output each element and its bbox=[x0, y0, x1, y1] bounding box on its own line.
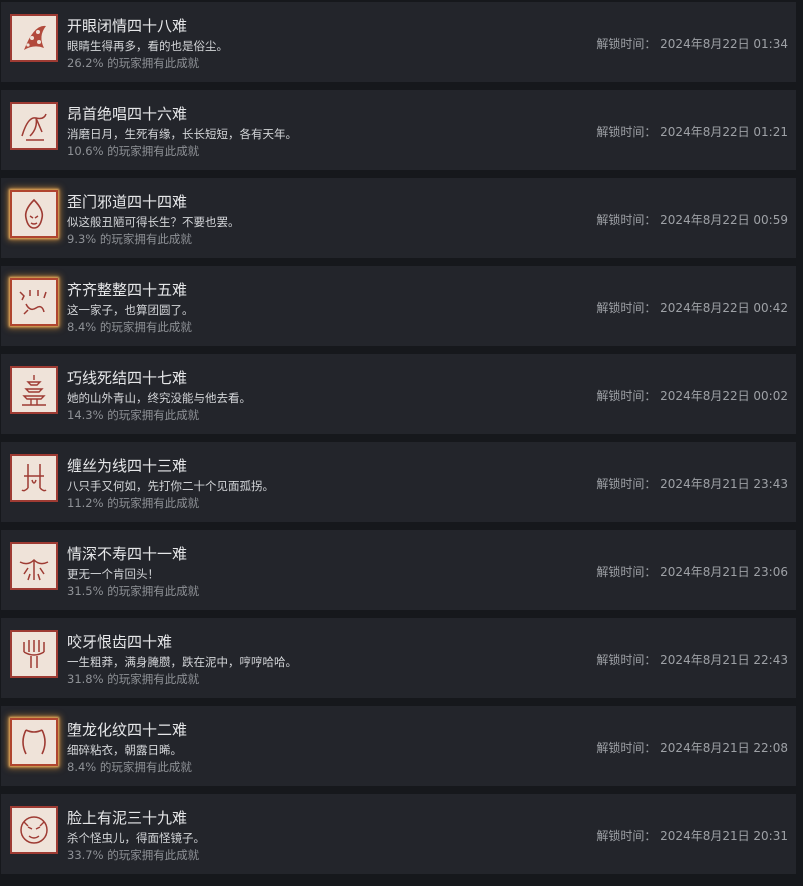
achievement-title: 歪门邪道四十四难 bbox=[67, 193, 188, 211]
achievement-description: 她的山外青山，终究没能与他去看。 bbox=[67, 391, 251, 405]
unlock-time: 解锁时间： 2024年8月22日 01:34 bbox=[596, 37, 788, 51]
achievement-title: 巧线死结四十七难 bbox=[67, 369, 188, 387]
achievement-percentage: 9.3% 的玩家拥有此成就 bbox=[67, 232, 192, 246]
achievement-description: 细碎粘衣，朝露日晞。 bbox=[67, 743, 182, 757]
achievement-description: 消磨日月，生死有缘，长长短短，各有天年。 bbox=[67, 127, 297, 141]
achievement-description: 更无一个肯回头！ bbox=[67, 567, 159, 581]
achievement-description: 眼睛生得再多，看的也是俗尘。 bbox=[67, 39, 228, 53]
achievement-row: 缠丝为线四十三难八只手又何如，先打你二十个见面孤拐。 11.2% 的玩家拥有此成就… bbox=[1, 442, 796, 522]
achievement-percentage: 33.7% 的玩家拥有此成就 bbox=[67, 848, 200, 862]
centipede-icon bbox=[10, 542, 58, 590]
unlock-time: 解锁时间： 2024年8月21日 22:08 bbox=[596, 741, 788, 755]
eye-cluster-icon bbox=[10, 14, 58, 62]
achievement-description: 八只手又何如，先打你二十个见面孤拐。 bbox=[67, 479, 274, 493]
unlock-time: 解锁时间： 2024年8月21日 23:43 bbox=[596, 477, 788, 491]
unlock-time: 解锁时间： 2024年8月21日 20:31 bbox=[596, 829, 788, 843]
achievement-title: 脸上有泥三十九难 bbox=[67, 809, 188, 827]
achievement-percentage: 8.4% 的玩家拥有此成就 bbox=[67, 760, 192, 774]
unlock-time: 解锁时间： 2024年8月21日 23:06 bbox=[596, 565, 788, 579]
unlock-time: 解锁时间： 2024年8月22日 01:21 bbox=[596, 125, 788, 139]
achievement-title: 堕龙化纹四十二难 bbox=[67, 721, 188, 739]
achievement-title: 昂首绝唱四十六难 bbox=[67, 105, 188, 123]
achievement-description: 一生粗莽，满身腌臜，跌在泥中，哼哼哈哈。 bbox=[67, 655, 297, 669]
achievement-title: 齐齐整整四十五难 bbox=[67, 281, 188, 299]
spider-thread-icon bbox=[10, 454, 58, 502]
unlock-time: 解锁时间： 2024年8月21日 22:43 bbox=[596, 653, 788, 667]
achievement-percentage: 11.2% 的玩家拥有此成就 bbox=[67, 496, 200, 510]
pagoda-icon bbox=[10, 366, 58, 414]
achievement-title: 情深不寿四十一难 bbox=[67, 545, 188, 563]
rooster-icon bbox=[10, 102, 58, 150]
achievement-percentage: 10.6% 的玩家拥有此成就 bbox=[67, 144, 200, 158]
achievement-row: 咬牙恨齿四十难一生粗莽，满身腌臜，跌在泥中，哼哼哈哈。 31.8% 的玩家拥有此成… bbox=[1, 618, 796, 698]
achievement-percentage: 8.4% 的玩家拥有此成就 bbox=[67, 320, 192, 334]
achievement-description: 似这般丑陋可得长生？不要也罢。 bbox=[67, 215, 240, 229]
achievement-percentage: 31.5% 的玩家拥有此成就 bbox=[67, 584, 200, 598]
unlock-time: 解锁时间： 2024年8月22日 00:02 bbox=[596, 389, 788, 403]
achievement-row: 歪门邪道四十四难似这般丑陋可得长生？不要也罢。 9.3% 的玩家拥有此成就 解锁时间… bbox=[1, 178, 796, 258]
achievement-row: 堕龙化纹四十二难细碎粘衣，朝露日晞。 8.4% 的玩家拥有此成就 解锁时间： 202… bbox=[1, 706, 796, 786]
scorpion-family-icon bbox=[10, 278, 58, 326]
achievement-title: 缠丝为线四十三难 bbox=[67, 457, 188, 475]
beast-face-icon bbox=[10, 806, 58, 854]
achievement-list: 开眼闭情四十八难 眼睛生得再多，看的也是俗尘。 26.2% 的玩家拥有此成就 解锁时间… bbox=[0, 0, 803, 886]
achievement-row: 开眼闭情四十八难眼睛生得再多，看的也是俗尘。 26.2% 的玩家拥有此成就 解锁时间… bbox=[1, 2, 796, 82]
achievement-percentage: 14.3% 的玩家拥有此成就 bbox=[67, 408, 200, 422]
achievement-percentage: 31.8% 的玩家拥有此成就 bbox=[67, 672, 200, 686]
achievement-row: 齐齐整整四十五难这一家子，也算团圆了。 8.4% 的玩家拥有此成就 解锁时间： 20… bbox=[1, 266, 796, 346]
unlock-time: 解锁时间： 2024年8月22日 00:59 bbox=[596, 213, 788, 227]
trident-icon bbox=[10, 630, 58, 678]
achievement-description: 这一家子，也算团圆了。 bbox=[67, 303, 194, 317]
achievement-row: 巧线死结四十七难她的山外青山，终究没能与他去看。 14.3% 的玩家拥有此成就 解锁… bbox=[1, 354, 796, 434]
achievement-row: 情深不寿四十一难更无一个肯回头！ 31.5% 的玩家拥有此成就 解锁时间： 2024… bbox=[1, 530, 796, 610]
dragon-curve-icon bbox=[10, 718, 58, 766]
achievement-row: 昂首绝唱四十六难消磨日月，生死有缘，长长短短，各有天年。 10.6% 的玩家拥有此… bbox=[1, 90, 796, 170]
achievement-description: 杀个怪虫儿，得面怪镜子。 bbox=[67, 831, 205, 845]
unlock-time: 解锁时间： 2024年8月22日 00:42 bbox=[596, 301, 788, 315]
achievement-row: 脸上有泥三十九难杀个怪虫儿，得面怪镜子。 33.7% 的玩家拥有此成就 解锁时间： … bbox=[1, 794, 796, 874]
flame-face-icon bbox=[10, 190, 58, 238]
achievement-title: 咬牙恨齿四十难 bbox=[67, 633, 173, 651]
achievement-title: 开眼闭情四十八难 bbox=[67, 17, 188, 35]
achievement-percentage: 26.2% 的玩家拥有此成就 bbox=[67, 56, 200, 70]
